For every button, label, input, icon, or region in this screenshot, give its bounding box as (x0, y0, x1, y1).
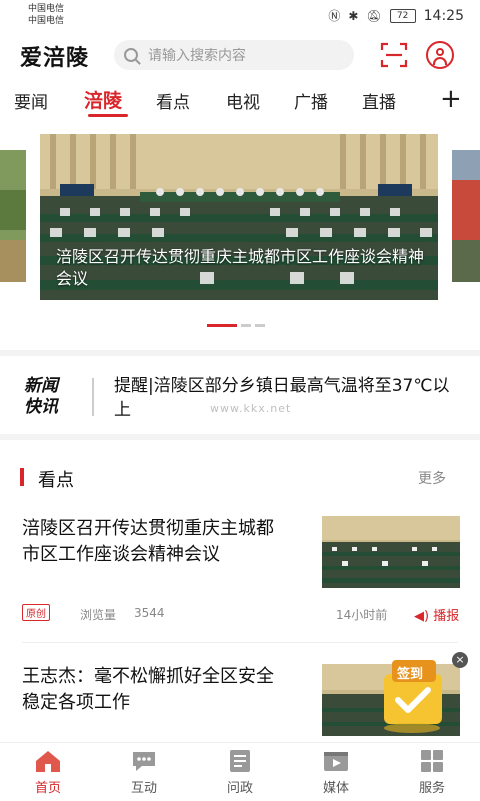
speaker-icon: ◀) (414, 609, 430, 624)
flash-label-line1: 新闻 (24, 376, 58, 396)
tab-live[interactable]: 直播 (362, 88, 396, 113)
banner-slide[interactable]: 涪陵区召开传达贯彻重庆主城都市区工作座谈会精神会议 (40, 134, 438, 300)
views-label: 浏览量 (80, 608, 117, 622)
close-icon[interactable]: × (452, 652, 468, 668)
chat-icon (133, 752, 155, 771)
checkin-badge[interactable]: 签到 (370, 652, 454, 736)
scan-icon[interactable] (380, 42, 408, 68)
user-icon[interactable] (426, 41, 454, 69)
nav-inquiry[interactable]: 问政 (210, 749, 270, 796)
section-separator (0, 434, 480, 440)
bottom-nav: 首页 互动 问政 媒体 服务 (0, 742, 480, 801)
search-input[interactable]: 请输入搜索内容 (114, 40, 354, 70)
home-icon (36, 751, 60, 772)
section-separator (0, 350, 480, 356)
publish-time: 14小时前 (336, 608, 388, 622)
tts-play-label: 播报 (433, 609, 460, 624)
status-icons: Ⓝ ✱ 🔕︎ 72 14:25 (328, 7, 464, 24)
section-title: 看点 (38, 470, 74, 491)
carrier-2: 中国电信 (28, 16, 65, 26)
banner-next-peek[interactable] (452, 150, 480, 282)
carousel-dot-active (207, 324, 237, 327)
nav-label: 问政 (226, 781, 253, 796)
nav-services[interactable]: 服务 (402, 749, 462, 796)
nav-interact[interactable]: 互动 (114, 749, 174, 796)
tab-highlights[interactable]: 看点 (156, 88, 190, 113)
carrier-1: 中国电信 (28, 4, 65, 14)
battery-indicator: 72 (389, 8, 416, 23)
search-icon (124, 48, 138, 62)
news-title: 王志杰：毫不松懈抓好全区安全稳定各项工作 (22, 666, 274, 713)
search-placeholder: 请输入搜索内容 (148, 48, 246, 64)
news-meta: 原创 浏览量 3544 14小时前 ◀) 播报 (22, 604, 462, 624)
news-item[interactable]: 涪陵区召开传达贯彻重庆主城都市区工作座谈会精神会议 原创 浏览量 3544 14… (22, 516, 462, 626)
tab-tv[interactable]: 电视 (226, 88, 260, 113)
checkin-label: 签到 (397, 667, 424, 682)
flash-divider (92, 378, 94, 416)
carousel-dot (241, 324, 251, 327)
app-logo: 爱涪陵 (20, 45, 90, 71)
tab-fuling[interactable]: 涪陵 (84, 86, 122, 113)
section-header: 看点 更多 (20, 466, 460, 491)
media-icon (324, 752, 348, 771)
flash-label-line2: 快讯 (24, 397, 58, 417)
carousel-dot (255, 324, 265, 327)
watermark: www.kkx.net (210, 402, 292, 415)
views-count: 3544 (134, 606, 165, 620)
document-icon (230, 750, 250, 772)
news-thumbnail (322, 516, 460, 588)
mute-icon: 🔕︎ (366, 8, 382, 23)
clock: 14:25 (423, 7, 464, 24)
status-bar: 中国电信 中国电信 Ⓝ ✱ 🔕︎ 72 14:25 (0, 0, 480, 30)
app-header: 爱涪陵 请输入搜索内容 (0, 32, 480, 80)
original-badge: 原创 (22, 604, 50, 621)
section-accent-bar (20, 468, 24, 486)
nav-label: 首页 (34, 781, 61, 796)
nav-media[interactable]: 媒体 (306, 749, 366, 796)
news-divider (22, 642, 458, 643)
nav-label: 互动 (130, 781, 157, 796)
tts-play-button[interactable]: ◀) 播报 (414, 605, 459, 624)
channel-tabs: 要闻 涪陵 看点 电视 广播 直播 + (0, 82, 480, 122)
banner-prev-peek[interactable] (0, 150, 26, 282)
tab-radio[interactable]: 广播 (294, 88, 328, 113)
grid-icon (421, 750, 443, 772)
tab-headlines[interactable]: 要闻 (14, 88, 48, 113)
add-channel-icon[interactable]: + (440, 84, 462, 114)
nav-label: 媒体 (322, 781, 349, 796)
carrier-info: 中国电信 中国电信 (28, 3, 64, 27)
bluetooth-icon: ✱ (348, 8, 359, 23)
active-tab-indicator (88, 114, 128, 117)
news-title: 涪陵区召开传达贯彻重庆主城都市区工作座谈会精神会议 (22, 518, 274, 565)
carousel-indicator (207, 324, 269, 328)
nav-home[interactable]: 首页 (18, 749, 78, 796)
flash-news-label: 新闻 快讯 (24, 376, 58, 418)
more-link[interactable]: 更多 (418, 468, 446, 488)
nfc-icon: Ⓝ (328, 9, 341, 23)
banner-caption: 涪陵区召开传达贯彻重庆主城都市区工作座谈会精神会议 (56, 247, 425, 288)
nav-label: 服务 (418, 781, 445, 796)
